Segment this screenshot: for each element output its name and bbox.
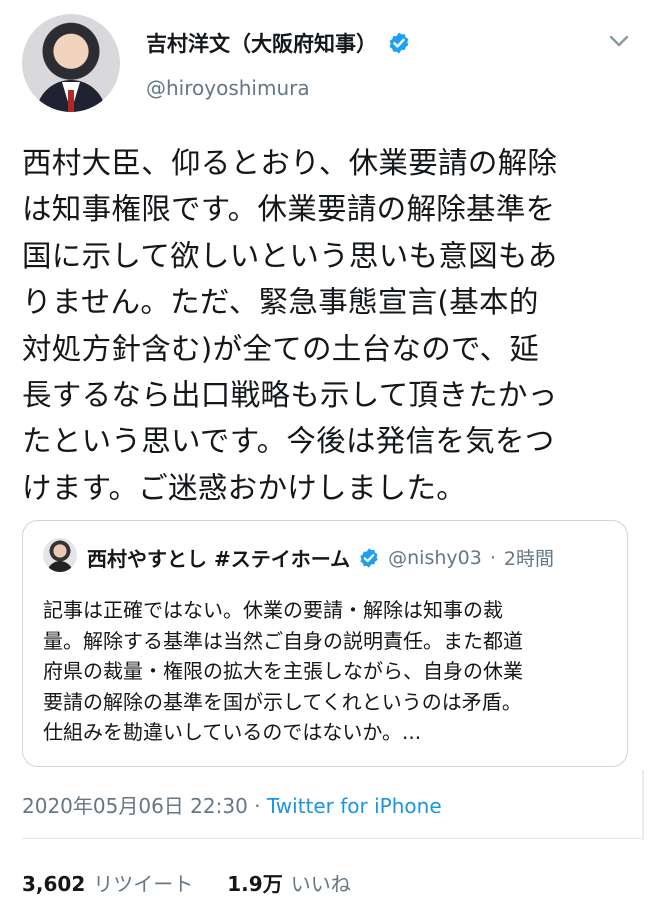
separator-dot: ·	[489, 546, 496, 569]
more-options-button[interactable]	[606, 28, 632, 54]
author-display-name[interactable]: 吉村洋文（大阪府知事）	[146, 28, 377, 58]
chevron-down-icon	[609, 35, 629, 47]
tweet-stats: 3,602 リツイート 1.9万 いいね	[22, 868, 351, 897]
meta-separator: ·	[247, 794, 267, 818]
author-name-row[interactable]: 吉村洋文（大阪府知事）	[146, 28, 411, 58]
tweet-detail: 吉村洋文（大阪府知事） @hiroyoshimura 西村大臣、仰るとおり、休業…	[0, 0, 650, 918]
divider	[22, 838, 642, 839]
tweet-source-link[interactable]: Twitter for iPhone	[267, 794, 442, 818]
quoted-tweet-card[interactable]: 西村やすとし #ステイホーム @nishy03 · 2時間 記事は正確ではない。…	[22, 520, 628, 767]
retweet-label[interactable]: リツイート	[93, 868, 193, 897]
author-handle[interactable]: @hiroyoshimura	[146, 76, 310, 100]
retweet-count[interactable]: 3,602	[22, 872, 85, 896]
tweet-text: 西村大臣、仰るとおり、休業要請の解除 は知事権限です。休業要請の解除基準を 国に…	[22, 146, 558, 505]
tweet-timestamp[interactable]: 2020年05月06日 22:30	[22, 794, 248, 818]
quoted-author-handle: @nishy03	[388, 546, 482, 569]
quoted-author-avatar	[43, 538, 77, 572]
quoted-tweet-text: 記事は正確ではない。休業の要請・解除は知事の裁 量。解除する基準は当然ご自身の説…	[43, 598, 523, 745]
like-count[interactable]: 1.9万	[227, 868, 282, 897]
quoted-tweet-time: 2時間	[503, 548, 554, 570]
quoted-author-name: 西村やすとし #ステイホーム	[87, 547, 351, 571]
verified-badge-icon	[387, 31, 411, 55]
author-avatar[interactable]	[22, 14, 120, 112]
scroll-edge	[642, 770, 644, 840]
tweet-meta: 2020年05月06日 22:30 · Twitter for iPhone	[22, 790, 442, 819]
like-label[interactable]: いいね	[291, 868, 351, 897]
quoted-tweet-header: 西村やすとし #ステイホーム @nishy03 · 2時間	[87, 543, 554, 572]
verified-badge-icon	[358, 547, 380, 569]
